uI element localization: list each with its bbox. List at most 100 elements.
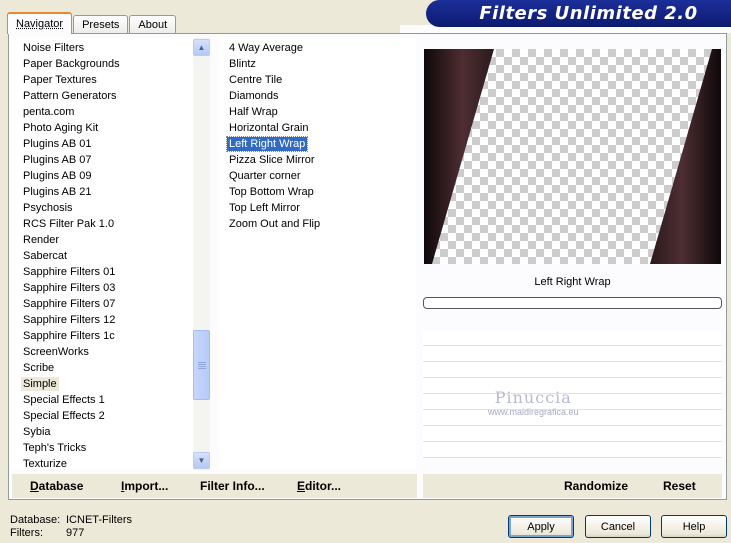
category-item[interactable]: Plugins AB 09 — [12, 168, 122, 184]
randomize-button[interactable]: Randomize — [564, 479, 628, 493]
filter-item[interactable]: Diamonds — [218, 88, 322, 104]
list-item-label: Scribe — [23, 362, 55, 374]
filter-item[interactable]: Blintz — [218, 56, 322, 72]
list-item-label: Sapphire Filters 01 — [23, 266, 116, 278]
list-item-label: Top Bottom Wrap — [229, 186, 314, 198]
category-item[interactable]: Special Effects 2 — [12, 408, 122, 424]
filter-list[interactable]: 4 Way Average Blintz Centre Tile Diamonds Ha… — [218, 38, 416, 470]
editor-button[interactable]: Editor... — [297, 479, 341, 493]
category-item[interactable]: Sapphire Filters 12 — [12, 312, 122, 328]
filter-item[interactable]: Pizza Slice Mirror — [218, 152, 322, 168]
list-item-label: Diamonds — [229, 90, 279, 102]
category-item[interactable]: Photo Aging Kit — [12, 120, 122, 136]
category-item[interactable]: Simple — [12, 376, 122, 392]
preview-filter-name: Left Right Wrap — [534, 276, 611, 288]
category-item[interactable]: Plugins AB 01 — [12, 136, 122, 152]
category-item[interactable]: Special Effects 1 — [12, 392, 122, 408]
tab-presets-label: Presets — [82, 19, 120, 31]
list-item-label: Pattern Generators — [23, 90, 117, 102]
list-item-label: Pizza Slice Mirror — [229, 154, 315, 166]
list-item-label: Quarter corner — [229, 170, 301, 182]
filter-item[interactable]: 4 Way Average — [218, 40, 322, 56]
category-item[interactable]: penta.com — [12, 104, 122, 120]
tab-navigator[interactable]: Navigator — [7, 12, 73, 34]
category-item[interactable]: Sybia — [12, 424, 122, 440]
list-item-label: Paper Backgrounds — [23, 58, 120, 70]
category-item[interactable]: Scribe — [12, 360, 122, 376]
category-item[interactable]: Texturize — [12, 456, 122, 472]
scroll-thumb[interactable] — [193, 330, 210, 400]
category-item[interactable]: Sapphire Filters 03 — [12, 280, 122, 296]
category-item[interactable]: Sapphire Filters 07 — [12, 296, 122, 312]
category-item[interactable]: Plugins AB 07 — [12, 152, 122, 168]
editor-label: ditor... — [305, 479, 342, 493]
list-item-label: Render — [23, 234, 60, 246]
filter-info-button[interactable]: Filter Info... — [200, 479, 265, 493]
import-button[interactable]: Import... — [121, 479, 168, 493]
tab-navigator-label: Navigator — [16, 18, 64, 30]
scroll-up-button[interactable]: ▲ — [193, 39, 210, 56]
category-item[interactable]: Plugins AB 21 — [12, 184, 122, 200]
list-item-label: penta.com — [23, 106, 75, 118]
filter-item[interactable]: Horizontal Grain — [218, 120, 322, 136]
list-item-label: Plugins AB 09 — [23, 170, 92, 182]
filter-item[interactable]: Centre Tile — [218, 72, 322, 88]
tab-about[interactable]: About — [129, 15, 177, 34]
filter-item[interactable]: Quarter corner — [218, 168, 322, 184]
cancel-button[interactable]: Cancel — [585, 515, 651, 538]
tab-presets[interactable]: Presets — [73, 15, 129, 34]
left-wrap-shape — [424, 49, 494, 264]
category-item[interactable]: Render — [12, 232, 122, 248]
category-item[interactable]: Paper Backgrounds — [12, 56, 122, 72]
list-item-label: Horizontal Grain — [229, 122, 309, 134]
tab-about-label: About — [138, 19, 168, 31]
category-item[interactable]: Teph's Tricks — [12, 440, 122, 456]
preview-image[interactable] — [424, 49, 721, 264]
filter-item[interactable]: Half Wrap — [218, 104, 322, 120]
category-item[interactable]: Noise Filters — [12, 40, 122, 56]
list-item-label: Paper Textures — [23, 74, 97, 86]
list-item-label: Noise Filters — [23, 42, 85, 54]
chevron-down-icon: ▼ — [197, 456, 206, 465]
scroll-down-button[interactable]: ▼ — [193, 452, 210, 469]
apply-button[interactable]: Apply — [508, 515, 574, 538]
filter-item[interactable]: Zoom Out and Flip — [218, 216, 322, 232]
watermark-url: www.maidiregrafica.eu — [488, 407, 579, 417]
filter-item[interactable]: Top Bottom Wrap — [218, 184, 322, 200]
category-item[interactable]: RCS Filter Pak 1.0 — [12, 216, 122, 232]
param-row — [423, 330, 722, 346]
help-button[interactable]: Help — [661, 515, 727, 538]
category-item[interactable]: Sapphire Filters 1c — [12, 328, 122, 344]
chevron-up-icon: ▲ — [197, 43, 206, 52]
right-toolbar: Randomize Reset — [423, 474, 722, 498]
database-button[interactable]: Database — [30, 479, 83, 493]
category-item[interactable]: Psychosis — [12, 200, 122, 216]
list-item-label: Photo Aging Kit — [23, 122, 99, 134]
category-item[interactable]: ScreenWorks — [12, 344, 122, 360]
category-item[interactable]: Sabercat — [12, 248, 122, 264]
category-scrollbar[interactable]: ▲ ▼ — [193, 38, 210, 470]
right-wrap-shape — [650, 49, 721, 264]
category-item[interactable]: Sapphire Filters 01 — [12, 264, 122, 280]
list-item-label: Teph's Tricks — [23, 442, 87, 454]
param-row — [423, 426, 722, 442]
list-item-label: Sapphire Filters 12 — [23, 314, 116, 326]
filter-info-label: nfo... — [236, 479, 265, 493]
category-list[interactable]: Noise Filters Paper Backgrounds Paper Text… — [12, 38, 210, 470]
list-item-label: Plugins AB 01 — [23, 138, 92, 150]
list-item-label: Zoom Out and Flip — [229, 218, 321, 230]
filter-items: 4 Way Average Blintz Centre Tile Diamonds Ha… — [218, 40, 322, 232]
left-toolbar: Database Import... Filter Info... Editor… — [12, 474, 417, 498]
watermark: Pinuccia www.maidiregrafica.eu — [488, 388, 579, 417]
param-row — [423, 346, 722, 362]
filter-item[interactable]: Top Left Mirror — [218, 200, 322, 216]
reset-button[interactable]: Reset — [663, 479, 696, 493]
list-item-label: Psychosis — [23, 202, 73, 214]
category-items: Noise Filters Paper Backgrounds Paper Text… — [12, 40, 122, 472]
filter-item[interactable]: Left Right Wrap — [218, 136, 322, 152]
category-item[interactable]: Pattern Generators — [12, 88, 122, 104]
list-item-label: Plugins AB 07 — [23, 154, 92, 166]
database-info: Database: ICNET-Filters Filters: 977 — [10, 514, 132, 540]
import-label: mport... — [124, 479, 169, 493]
category-item[interactable]: Paper Textures — [12, 72, 122, 88]
